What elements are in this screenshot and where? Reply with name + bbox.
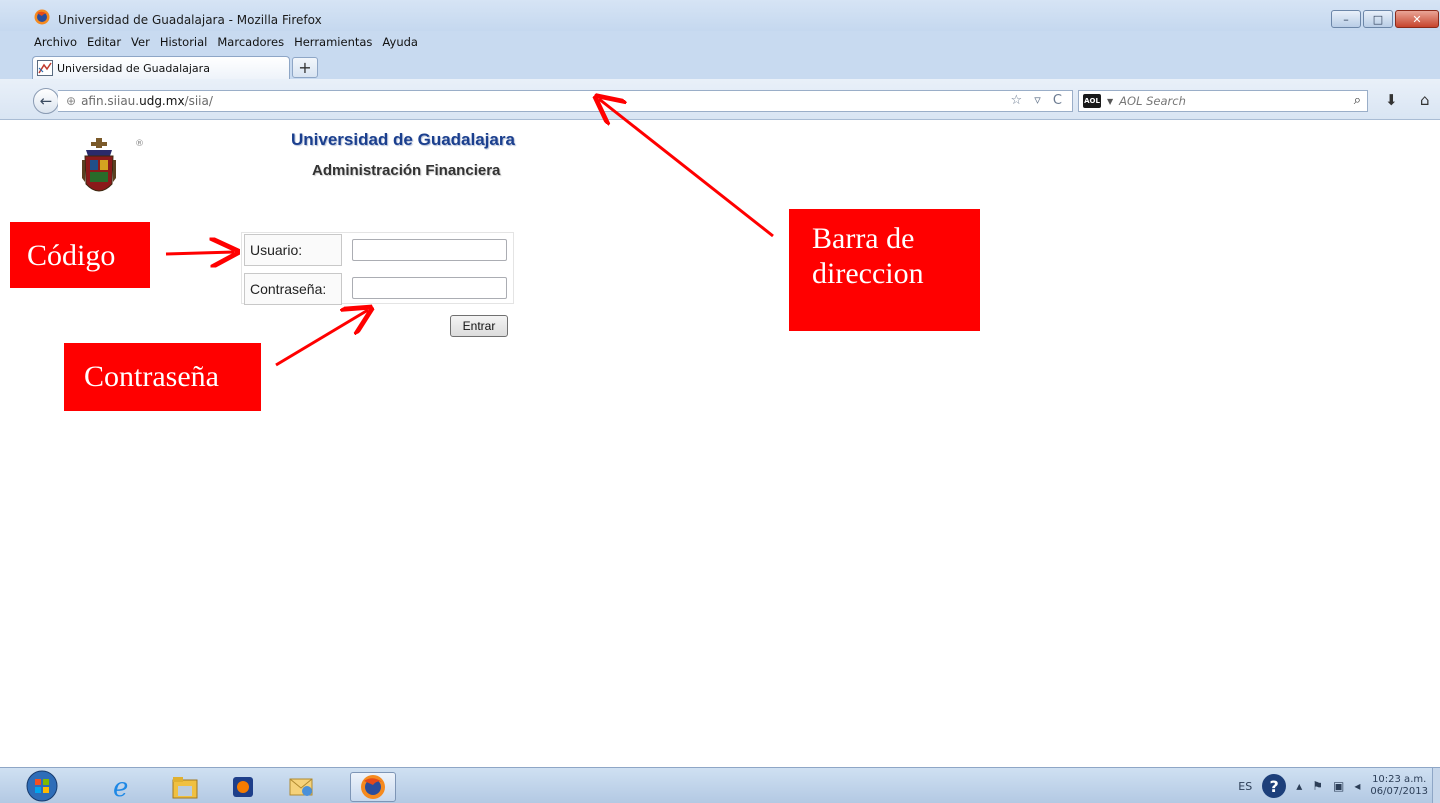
menu-marcadores[interactable]: Marcadores bbox=[217, 35, 284, 49]
language-indicator[interactable]: ES bbox=[1238, 780, 1252, 793]
password-input[interactable] bbox=[352, 277, 507, 299]
globe-icon: ⊕ bbox=[66, 94, 77, 108]
address-bar[interactable]: ⊕ afin.siiau.udg.mx/siia/ ☆ ▿ C bbox=[58, 90, 1073, 112]
tab-label: Universidad de Guadalajara bbox=[57, 61, 210, 75]
search-icon[interactable]: ⌕ bbox=[1354, 93, 1361, 108]
url-text: afin.siiau.udg.mx/siia/ bbox=[81, 94, 213, 108]
menu-archivo[interactable]: Archivo bbox=[34, 35, 77, 49]
search-placeholder: AOL Search bbox=[1119, 94, 1186, 108]
taskbar: e ES ? ▴ ⚑ ▣ ◂ 10:23 a.m. 06/07/2013 bbox=[0, 767, 1440, 803]
windows-start-icon[interactable] bbox=[25, 770, 59, 802]
home-icon[interactable]: ⌂ bbox=[1420, 91, 1430, 109]
window-title: Universidad de Guadalajara - Mozilla Fir… bbox=[58, 13, 322, 27]
search-engine-dropdown-icon[interactable]: ▼ bbox=[1107, 97, 1113, 106]
menu-ayuda[interactable]: Ayuda bbox=[382, 35, 418, 49]
back-arrow-icon: ← bbox=[39, 92, 53, 110]
clock-date: 06/07/2013 bbox=[1370, 786, 1428, 797]
file-explorer-icon[interactable] bbox=[165, 772, 205, 802]
window-controls: – □ ✕ bbox=[1331, 10, 1439, 28]
tab-universidad[interactable]: Universidad de Guadalajara bbox=[32, 56, 290, 79]
clock[interactable]: 10:23 a.m. 06/07/2013 bbox=[1370, 774, 1428, 798]
menu-editar[interactable]: Editar bbox=[87, 35, 121, 49]
tab-bar: Universidad de Guadalajara + bbox=[0, 53, 1440, 79]
window-titlebar: Universidad de Guadalajara - Mozilla Fir… bbox=[0, 0, 1440, 31]
back-button[interactable]: ← bbox=[33, 88, 59, 114]
university-crest-icon bbox=[82, 138, 116, 192]
menu-historial[interactable]: Historial bbox=[160, 35, 208, 49]
page-title: Universidad de Guadalajara bbox=[291, 130, 515, 149]
page-subtitle: Administración Financiera bbox=[312, 162, 501, 179]
search-bar[interactable]: AOL ▼ AOL Search ⌕ bbox=[1078, 90, 1368, 112]
annotation-codigo: Código bbox=[10, 222, 150, 288]
registered-mark: ® bbox=[135, 139, 144, 149]
downloads-icon[interactable]: ⬇ bbox=[1385, 91, 1398, 109]
show-hidden-icons-icon[interactable]: ▴ bbox=[1296, 779, 1302, 793]
annotation-contrasena: Contraseña bbox=[64, 343, 261, 411]
submit-button[interactable]: Entrar bbox=[450, 315, 508, 337]
bookmark-star-icon[interactable]: ☆ ▿ C bbox=[1010, 93, 1066, 108]
aol-icon[interactable]: AOL bbox=[1083, 94, 1101, 108]
volume-icon[interactable]: ◂ bbox=[1354, 779, 1360, 793]
url-domain: udg.mx bbox=[139, 94, 185, 108]
url-prefix: afin.siiau. bbox=[81, 94, 140, 108]
annotation-barra: Barra de direccion bbox=[789, 209, 980, 331]
navigation-toolbar: ← ⊕ afin.siiau.udg.mx/siia/ ☆ ▿ C AOL ▼ … bbox=[0, 79, 1440, 120]
annotation-barra-line1: Barra de bbox=[812, 222, 915, 255]
close-button[interactable]: ✕ bbox=[1395, 10, 1439, 28]
firefox-taskbar-button[interactable] bbox=[350, 772, 396, 802]
new-tab-button[interactable]: + bbox=[292, 57, 318, 78]
network-icon[interactable]: ▣ bbox=[1333, 779, 1344, 793]
firefox-icon bbox=[34, 9, 50, 25]
flag-icon[interactable]: ⚑ bbox=[1312, 779, 1323, 793]
show-desktop-button[interactable] bbox=[1432, 768, 1440, 803]
annotation-barra-line2: direccion bbox=[812, 257, 924, 291]
svg-text:e: e bbox=[113, 773, 128, 801]
menu-ver[interactable]: Ver bbox=[131, 35, 150, 49]
help-icon[interactable]: ? bbox=[1262, 774, 1287, 798]
user-input[interactable] bbox=[352, 239, 507, 261]
password-label: Contraseña: bbox=[244, 273, 342, 305]
media-app-icon[interactable] bbox=[223, 772, 263, 802]
maximize-button[interactable]: □ bbox=[1363, 10, 1393, 28]
firefox-taskbar-icon bbox=[361, 775, 385, 799]
clock-time: 10:23 a.m. bbox=[1372, 774, 1427, 785]
user-label: Usuario: bbox=[244, 234, 342, 266]
mail-app-icon[interactable] bbox=[281, 772, 321, 802]
menu-bar: Archivo Editar Ver Historial Marcadores … bbox=[0, 31, 1440, 53]
url-path: /siia/ bbox=[184, 94, 213, 108]
system-tray: ES ? ▴ ⚑ ▣ ◂ 10:23 a.m. 06/07/2013 bbox=[1238, 774, 1428, 798]
minimize-button[interactable]: – bbox=[1331, 10, 1361, 28]
page-favicon-icon bbox=[37, 60, 53, 76]
internet-explorer-icon[interactable]: e bbox=[103, 772, 143, 802]
menu-herramientas[interactable]: Herramientas bbox=[294, 35, 372, 49]
page-content: ® Universidad de Guadalajara Administrac… bbox=[0, 121, 1440, 767]
